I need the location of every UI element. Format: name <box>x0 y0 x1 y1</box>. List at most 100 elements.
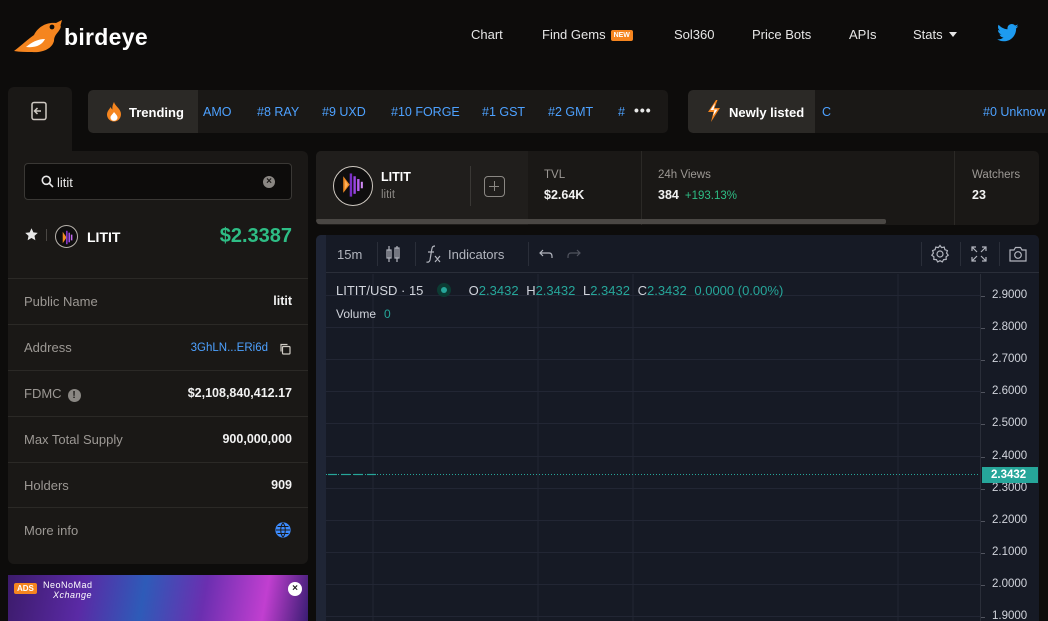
trending-item[interactable]: # <box>618 105 625 119</box>
ad-line-1: NeoNoMad <box>43 580 93 590</box>
divider <box>415 242 416 266</box>
trending-item[interactable]: #1 GST <box>482 105 525 119</box>
add-watchlist-icon[interactable] <box>484 176 505 197</box>
low-value: 2.3432 <box>590 283 630 298</box>
trending-item[interactable]: AMO <box>203 105 231 119</box>
nav-apis[interactable]: APIs <box>849 27 876 42</box>
redo-button[interactable] <box>566 235 582 273</box>
price-chart: 15m Indicators LITIT/USD · 15 O2.3432 H2… <box>316 235 1039 621</box>
search-box[interactable]: × <box>24 163 292 200</box>
trending-item[interactable]: #2 GMT <box>548 105 593 119</box>
close-ad-icon[interactable]: × <box>288 582 302 596</box>
token-logo <box>55 225 78 248</box>
info-more[interactable]: More info <box>8 507 308 553</box>
copy-icon[interactable] <box>279 343 291 355</box>
candlestick-icon <box>386 246 400 262</box>
open-value: 2.3432 <box>478 283 519 298</box>
nav-price-bots-label: Price Bots <box>752 27 812 42</box>
trending-item[interactable]: #8 RAY <box>257 105 299 119</box>
undo-button[interactable] <box>538 235 554 273</box>
interval-label: 15m <box>337 246 363 262</box>
new-badge: NEW <box>610 30 633 41</box>
newly-listed-label: Newly listed <box>688 90 815 133</box>
divider <box>528 242 529 266</box>
newly-listed-item[interactable]: #0 Unknow <box>983 105 1046 119</box>
sign-out-icon <box>31 101 47 121</box>
indicators-label: Indicators <box>448 246 505 262</box>
interval-button[interactable]: 15m <box>337 235 362 273</box>
more-trending-button[interactable]: ••• <box>634 102 652 118</box>
volume-label: Volume <box>336 307 377 321</box>
trending-item[interactable]: #10 FORGE <box>391 105 460 119</box>
ad-banner[interactable]: ADS NeoNoMad Xchange × <box>8 575 308 621</box>
y-tick-label: 2.5000 <box>992 416 1028 429</box>
nav-sol360[interactable]: Sol360 <box>674 27 714 42</box>
info-fdmc: FDMC! $2,108,840,412.17 <box>8 370 308 416</box>
fire-icon <box>107 102 121 122</box>
trending-item[interactable]: #9 UXD <box>322 105 366 119</box>
y-tick-mark <box>981 552 985 554</box>
price-axis[interactable]: 2.9000 2.8000 2.7000 2.6000 2.5000 2.4000 2.30… <box>980 274 1039 621</box>
y-tick-label: 2.9000 <box>992 288 1028 301</box>
search-input[interactable] <box>57 172 257 192</box>
newly-listed-item[interactable]: C <box>822 105 831 119</box>
fullscreen-button[interactable] <box>970 235 988 273</box>
nav-chart[interactable]: Chart <box>471 27 503 42</box>
trending-bar: Trending AMO #8 RAY #9 UXD #10 FORGE #1 … <box>88 90 668 133</box>
public-name-value: litit <box>273 294 292 308</box>
address-link[interactable]: 3GhLN...ERi6d <box>191 342 268 354</box>
views-count: 384 <box>658 188 679 202</box>
chart-pane[interactable] <box>326 274 980 621</box>
y-tick-mark <box>981 584 985 586</box>
token-header: LITIT litit TVL $2.64K 24h Views 384 +193… <box>316 151 1039 225</box>
watchers-label: Watchers <box>972 169 1021 181</box>
y-tick-mark <box>981 456 985 458</box>
y-tick-mark <box>981 423 985 425</box>
nav-chart-label: Chart <box>471 27 503 42</box>
star-icon[interactable] <box>24 227 39 242</box>
gear-icon <box>930 244 950 263</box>
y-tick-label: 2.1000 <box>992 545 1028 558</box>
chart-left-strip <box>316 235 326 621</box>
info-holders: Holders 909 <box>8 462 308 508</box>
divider <box>921 242 922 266</box>
holders-value: 909 <box>271 478 292 492</box>
screenshot-button[interactable] <box>1008 235 1028 273</box>
y-tick-label: 2.6000 <box>992 384 1028 397</box>
redo-icon <box>567 249 581 258</box>
info-icon[interactable]: ! <box>67 389 81 402</box>
close-value: 2.3432 <box>646 283 687 298</box>
nav-stats[interactable]: Stats <box>913 27 957 42</box>
clear-search-icon[interactable]: × <box>263 176 275 188</box>
camera-icon <box>1009 246 1027 262</box>
twitter-icon[interactable] <box>997 24 1019 42</box>
horizontal-scrollbar[interactable] <box>316 219 886 224</box>
undo-icon <box>539 249 553 258</box>
divider <box>46 229 47 241</box>
pair-label: LITIT/USD · 15 <box>336 283 424 298</box>
fdmc-value: $2,108,840,412.17 <box>187 386 292 400</box>
nav-price-bots[interactable]: Price Bots <box>752 27 811 42</box>
candle-type-button[interactable] <box>385 235 401 273</box>
market-status-icon <box>437 283 452 297</box>
collapse-sidebar-button[interactable] <box>8 87 72 151</box>
function-icon <box>426 245 441 263</box>
y-tick-label: 2.4000 <box>992 449 1028 462</box>
max-supply-label: Max Total Supply <box>24 432 123 447</box>
volume-legend: Volume 0 <box>336 307 391 321</box>
y-tick-mark <box>981 327 985 329</box>
ohlc-legend: LITIT/USD · 15 O2.3432 H2.3432 L2.3432 C… <box>336 283 783 298</box>
watchers-value: 23 <box>972 188 986 202</box>
globe-icon[interactable] <box>275 522 291 538</box>
info-address: Address 3GhLN...ERi6d <box>8 324 308 370</box>
y-tick-label: 2.7000 <box>992 352 1028 365</box>
stat-watchers: Watchers 23 <box>955 151 1039 225</box>
tvl-value: $2.64K <box>544 188 585 202</box>
birdeye-logo[interactable]: birdeye <box>12 16 148 58</box>
chart-canvas[interactable] <box>326 274 980 621</box>
settings-button[interactable] <box>930 235 950 273</box>
nav-find-gems[interactable]: Find Gems NEW <box>542 27 633 42</box>
token-summary: LITIT $2.3387 <box>24 221 292 251</box>
y-tick-label: 2.8000 <box>992 320 1028 333</box>
indicators-button[interactable]: Indicators <box>424 235 504 273</box>
